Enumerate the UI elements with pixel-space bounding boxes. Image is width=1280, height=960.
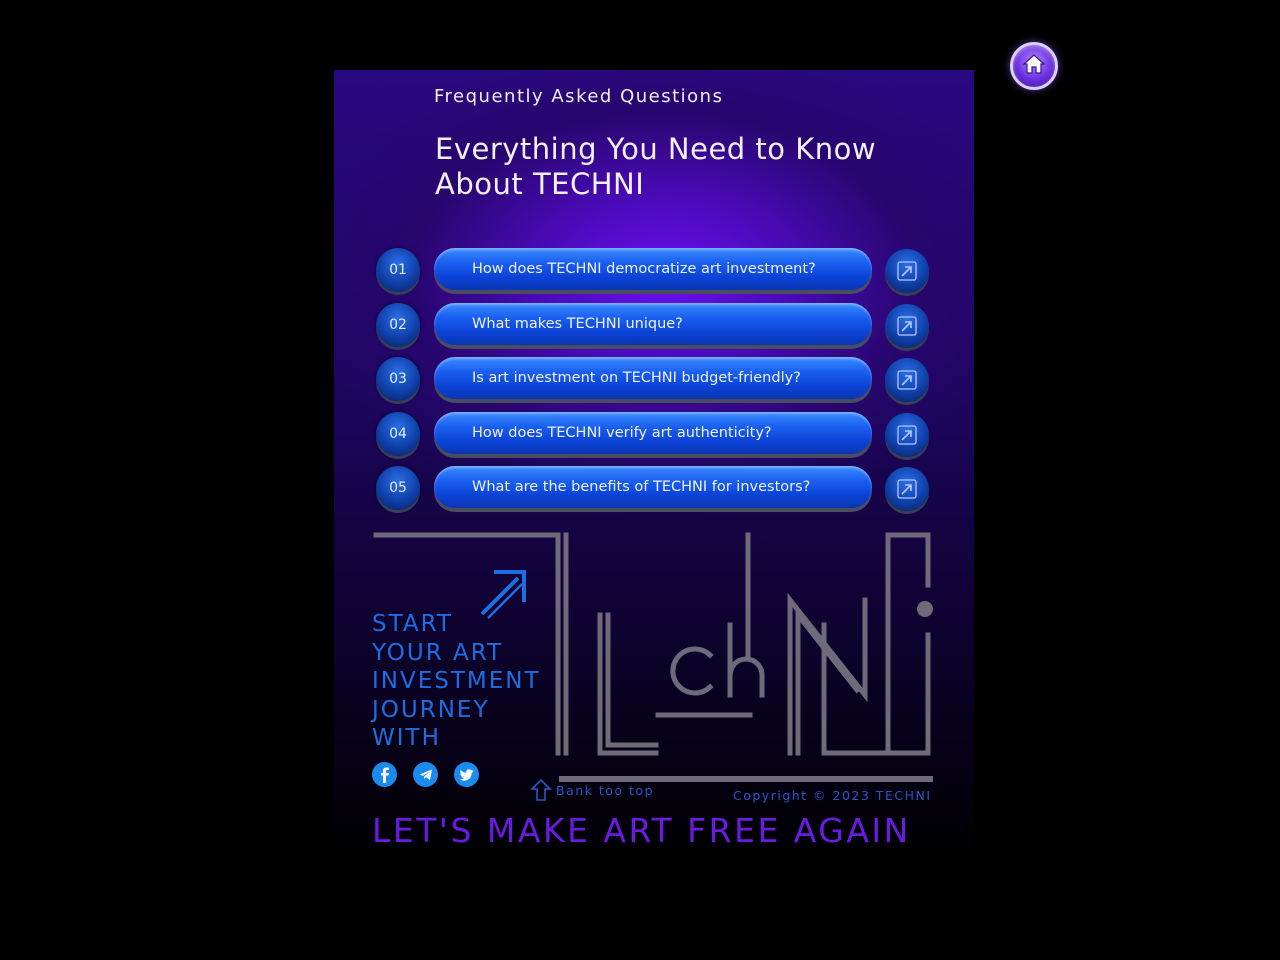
cta-line: JOURNEY xyxy=(372,696,490,723)
facebook-icon[interactable] xyxy=(372,762,397,787)
faq-question-button[interactable]: What makes TECHNI unique? xyxy=(434,302,872,345)
social-links xyxy=(372,762,479,787)
cta-line: YOUR ART xyxy=(372,639,504,666)
faq-item: 05 What are the benefits of TECHNI for i… xyxy=(376,466,931,512)
tagline: LET'S MAKE ART FREE AGAIN xyxy=(372,811,911,850)
faq-item: 03 Is art investment on TECHNI budget-fr… xyxy=(376,357,931,403)
faq-item: 01 How does TECHNI democratize art inves… xyxy=(376,248,931,294)
telegram-icon[interactable] xyxy=(413,762,438,787)
faq-expand-button[interactable] xyxy=(885,303,929,348)
home-icon xyxy=(1022,53,1046,80)
faq-number: 04 xyxy=(376,411,420,456)
faq-expand-button[interactable] xyxy=(885,249,929,293)
faq-panel: Frequently Asked Questions Everything Yo… xyxy=(334,70,974,860)
arrow-up-icon xyxy=(530,778,552,801)
faq-expand-button[interactable] xyxy=(885,467,929,512)
page: Frequently Asked Questions Everything Yo… xyxy=(0,0,1280,960)
cta-line: START xyxy=(372,611,453,637)
faq-number: 02 xyxy=(376,302,420,347)
faq-item: 04 How does TECHNI verify art authentici… xyxy=(376,411,931,458)
back-to-top-label: Bank too top xyxy=(556,782,655,798)
title-line-1: Everything You Need to Know xyxy=(435,132,877,166)
faq-expand-button[interactable] xyxy=(885,412,929,457)
faq-question-button[interactable]: How does TECHNI democratize art investme… xyxy=(434,248,872,290)
faq-question-button[interactable]: What are the benefits of TECHNI for inve… xyxy=(434,466,872,509)
back-to-top-link[interactable]: Bank too top xyxy=(530,778,654,802)
copyright-text: Copyright © 2023 TECHNI xyxy=(733,788,932,803)
cta-line: WITH xyxy=(372,725,441,751)
faq-item: 02 What makes TECHNI unique? xyxy=(376,302,931,349)
arrow-up-right-icon xyxy=(897,425,917,445)
title-line-2: About TECHNI xyxy=(435,167,645,201)
section-eyebrow: Frequently Asked Questions xyxy=(434,86,724,107)
faq-number: 01 xyxy=(376,248,420,292)
faq-number: 03 xyxy=(376,357,420,402)
arrow-up-right-icon xyxy=(897,370,917,390)
faq-question-button[interactable]: How does TECHNI verify art authenticity? xyxy=(434,411,872,454)
twitter-icon[interactable] xyxy=(454,762,479,787)
faq-list: 01 How does TECHNI democratize art inves… xyxy=(376,248,931,521)
arrow-up-right-icon xyxy=(897,261,917,281)
arrow-up-right-icon xyxy=(897,315,917,336)
page-title: Everything You Need to Know About TECHNI xyxy=(435,132,915,202)
faq-question-button[interactable]: Is art investment on TECHNI budget-frien… xyxy=(434,357,872,400)
home-button[interactable] xyxy=(1010,42,1058,90)
faq-number: 05 xyxy=(376,466,420,511)
arrow-up-right-icon xyxy=(897,479,917,500)
cta-text: START YOUR ART INVESTMENT JOURNEY WITH xyxy=(372,610,541,753)
faq-expand-button[interactable] xyxy=(885,358,929,403)
cta-line: INVESTMENT xyxy=(372,668,541,694)
